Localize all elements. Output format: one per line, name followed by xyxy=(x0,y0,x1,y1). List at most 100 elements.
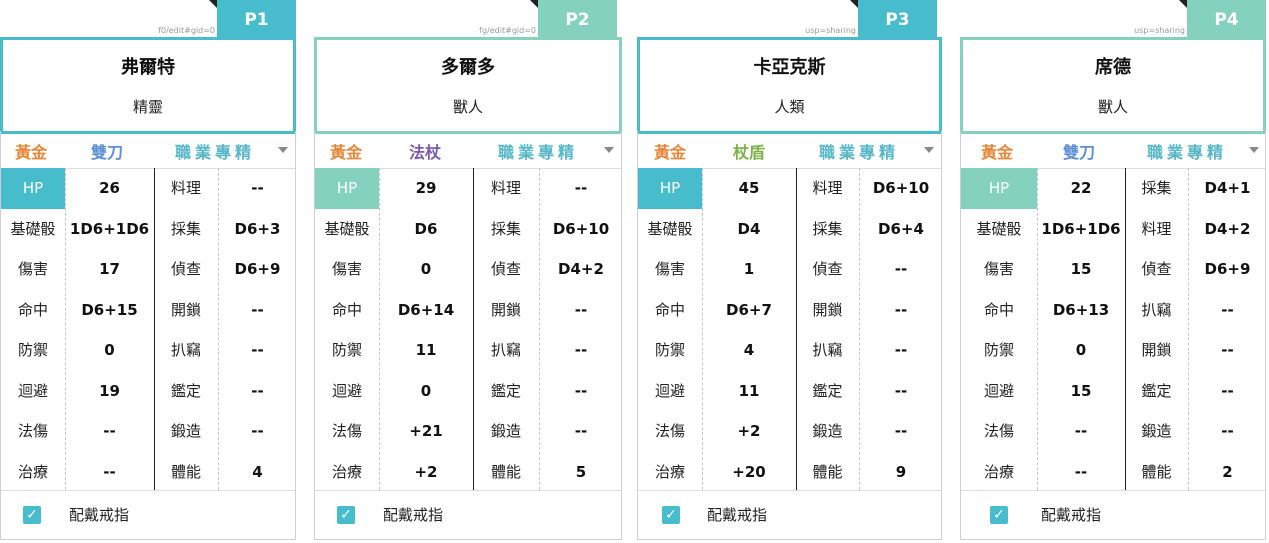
stat-label: 迴避 xyxy=(983,381,1014,400)
stat-label: 法傷 xyxy=(331,422,362,440)
stat-label: 命中 xyxy=(17,300,48,319)
stat-label: 法傷 xyxy=(983,422,1014,440)
skill-value: -- xyxy=(894,300,908,319)
skill-value: 5 xyxy=(575,462,587,481)
column-divider xyxy=(1188,168,1189,490)
skill-label: 料理 xyxy=(812,179,843,197)
dropdown-arrow-icon[interactable] xyxy=(604,147,614,153)
character-info-box: 弗爾特 精靈 xyxy=(0,37,296,134)
stat-value: -- xyxy=(103,462,116,481)
stat-value: 17 xyxy=(99,260,120,278)
profession-label[interactable]: 職業專精 xyxy=(498,139,578,163)
link-corner-icon xyxy=(1179,0,1187,8)
stat-label: 迴避 xyxy=(331,381,362,400)
hp-value: 22 xyxy=(1070,179,1092,197)
stat-value: 1D6+1D6 xyxy=(69,219,150,238)
player-tab[interactable]: P1 xyxy=(217,0,296,37)
stat-value: D6+15 xyxy=(81,300,138,319)
character-name: 席德 xyxy=(1095,57,1131,78)
dropdown-arrow-icon[interactable] xyxy=(278,147,288,153)
stat-value: 19 xyxy=(99,381,120,400)
skill-label: 體能 xyxy=(490,462,521,481)
ring-checkbox[interactable]: ✓ xyxy=(337,506,355,524)
player-panel-3: usp=sharing P3 卡亞克斯 人類 黃金 杖盾 職業專精 HP 45 料理 D6+10 基礎… xyxy=(637,0,942,540)
skill-value: -- xyxy=(251,341,264,359)
profession-label[interactable]: 職業專精 xyxy=(1147,139,1227,163)
skill-value: -- xyxy=(574,341,588,359)
skill-label: 採集 xyxy=(812,219,843,238)
ring-checkbox[interactable]: ✓ xyxy=(23,506,41,524)
profession-label[interactable]: 職業專精 xyxy=(175,139,255,163)
skill-value: -- xyxy=(894,341,908,359)
ring-label: 配戴戒指 xyxy=(383,506,444,524)
skill-label: 料理 xyxy=(1141,219,1172,238)
character-info-box: 席德 獸人 xyxy=(960,37,1266,134)
skill-label: 鍛造 xyxy=(490,422,521,440)
stat-label: 命中 xyxy=(654,300,685,319)
character-race: 獸人 xyxy=(1097,98,1128,116)
profession-label[interactable]: 職業專精 xyxy=(819,139,899,163)
ring-checkbox[interactable]: ✓ xyxy=(662,506,680,524)
ring-label: 配戴戒指 xyxy=(1041,506,1102,524)
character-name: 卡亞克斯 xyxy=(753,57,826,78)
ring-label: 配戴戒指 xyxy=(707,506,768,524)
skill-label: 開鎖 xyxy=(170,300,201,319)
stat-label: 命中 xyxy=(331,300,362,319)
sheet-link[interactable]: f0/edit#gid=0 xyxy=(158,26,215,36)
ring-checkbox[interactable]: ✓ xyxy=(990,506,1008,524)
stat-label: 治療 xyxy=(17,462,48,481)
skill-value: -- xyxy=(251,422,264,440)
skill-label: 扒竊 xyxy=(812,341,843,359)
gold-label: 黃金 xyxy=(981,143,1014,162)
skill-value: -- xyxy=(574,300,588,319)
ring-label: 配戴戒指 xyxy=(69,506,130,524)
stat-label: 治療 xyxy=(331,462,362,481)
stats-card: 黃金 法杖 職業專精 HP 29 料理 -- 基礎骰 D6 採集 D6+10 傷害 0 偵查 D4+2 命中 D… xyxy=(314,131,622,540)
player-panel-1: f0/edit#gid=0 P1 弗爾特 精靈 黃金 雙刀 職業專精 HP 26 料理 -- 基礎骰 1… xyxy=(0,0,296,540)
skill-label: 鑑定 xyxy=(1141,381,1172,400)
character-info-box: 多爾多 獸人 xyxy=(314,37,622,134)
column-divider xyxy=(379,168,380,490)
hp-value: 45 xyxy=(738,179,760,197)
skill-value: D6+4 xyxy=(878,219,924,238)
character-info-box: 卡亞克斯 人類 xyxy=(637,37,942,134)
skill-value: -- xyxy=(574,179,588,197)
stat-value: 4 xyxy=(743,341,755,359)
skill-value: D4+2 xyxy=(558,260,604,278)
skill-label: 扒竊 xyxy=(490,341,521,359)
skill-label: 體能 xyxy=(812,462,843,481)
stat-label: 基礎骰 xyxy=(324,219,370,238)
hp-value: 29 xyxy=(415,179,437,197)
stat-label: 傷害 xyxy=(331,260,362,278)
stat-label: 迴避 xyxy=(17,381,48,400)
skill-value: -- xyxy=(894,260,908,278)
column-divider xyxy=(218,168,219,490)
player-tab[interactable]: P4 xyxy=(1187,0,1266,37)
player-tab[interactable]: P2 xyxy=(538,0,617,37)
stat-value: D6 xyxy=(414,219,438,238)
skill-value: -- xyxy=(1221,300,1234,319)
stat-label: 防禦 xyxy=(17,341,48,359)
column-divider xyxy=(154,168,155,490)
stat-label: 基礎骰 xyxy=(10,219,56,238)
sheet-link[interactable]: fg/edit#gid=0 xyxy=(479,26,536,36)
skill-label: 開鎖 xyxy=(490,300,521,319)
skill-value: -- xyxy=(1221,422,1234,440)
dropdown-arrow-icon[interactable] xyxy=(1249,147,1259,153)
stat-value: +2 xyxy=(737,422,761,440)
column-divider xyxy=(1037,168,1038,490)
player-tab[interactable]: P3 xyxy=(858,0,937,37)
skill-label: 開鎖 xyxy=(1141,341,1172,359)
column-divider xyxy=(539,168,540,490)
sheet-link[interactable]: usp=sharing xyxy=(805,26,856,36)
skill-label: 鑑定 xyxy=(812,381,843,400)
stat-value: D6+7 xyxy=(726,300,772,319)
dropdown-arrow-icon[interactable] xyxy=(924,147,934,153)
skill-value: D6+10 xyxy=(552,219,610,238)
hp-label: HP xyxy=(638,168,702,209)
skill-value: D4+1 xyxy=(1204,179,1251,197)
skill-label: 偵查 xyxy=(490,260,521,278)
skill-label: 開鎖 xyxy=(812,300,843,319)
sheet-link[interactable]: usp=sharing xyxy=(1134,26,1185,36)
stat-value: 1 xyxy=(743,260,755,278)
